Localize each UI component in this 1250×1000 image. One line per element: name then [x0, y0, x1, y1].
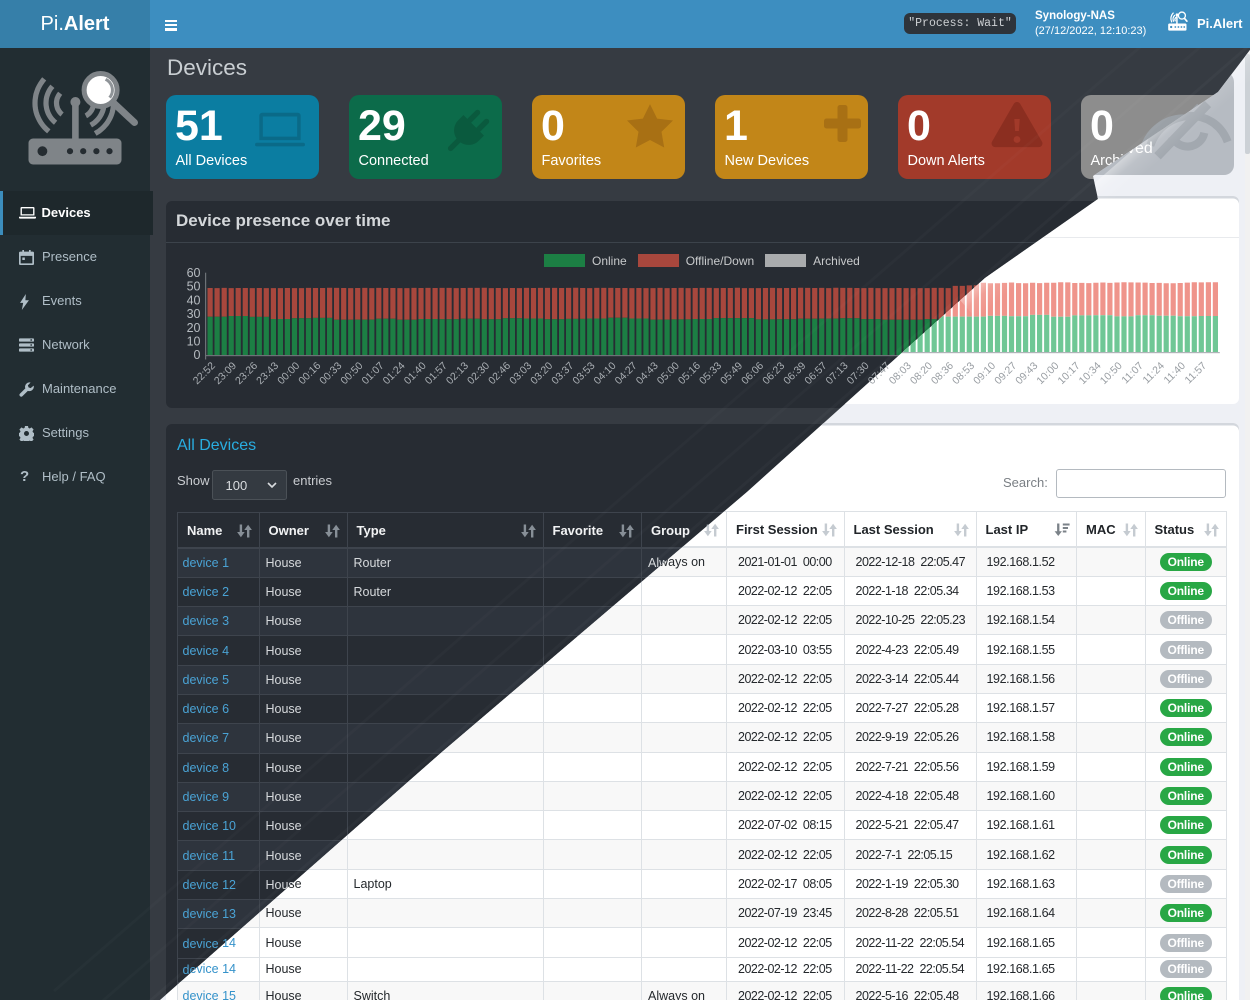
- svg-text:08:20: 08:20: [908, 360, 935, 387]
- svg-text:08:53: 08:53: [950, 360, 977, 387]
- svg-text:10:50: 10:50: [1098, 360, 1125, 387]
- svg-text:09:43: 09:43: [1013, 360, 1040, 387]
- svg-text:10:00: 10:00: [1034, 360, 1061, 387]
- svg-text:11:40: 11:40: [1161, 360, 1188, 387]
- svg-text:11:24: 11:24: [1140, 360, 1167, 387]
- svg-text:08:36: 08:36: [929, 360, 956, 387]
- svg-text:11:07: 11:07: [1119, 360, 1146, 387]
- svg-text:10:34: 10:34: [1077, 360, 1104, 387]
- svg-text:09:10: 09:10: [971, 360, 998, 387]
- svg-text:08:03: 08:03: [887, 360, 914, 387]
- svg-text:09:27: 09:27: [992, 360, 1019, 387]
- svg-text:11:57: 11:57: [1183, 360, 1210, 387]
- svg-text:10:17: 10:17: [1056, 360, 1083, 387]
